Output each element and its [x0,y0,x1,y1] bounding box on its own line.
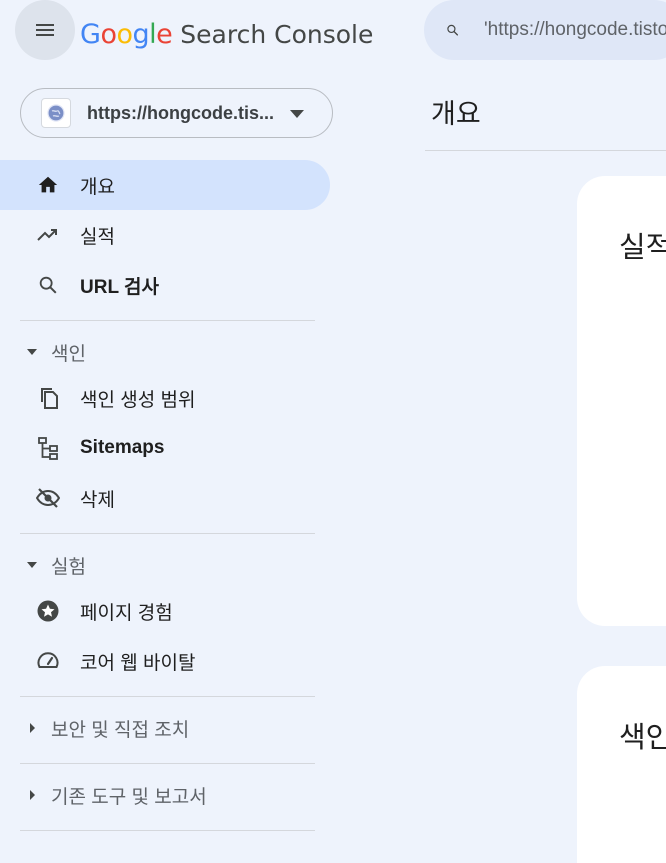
sidebar-item-sitemaps[interactable]: Sitemaps [0,423,330,473]
speedometer-icon [36,649,60,673]
nav-divider [20,763,315,764]
caret-right-icon [30,790,35,800]
sidebar-item-label: 색인 생성 범위 [80,389,196,411]
title-divider [425,150,666,151]
sidebar-item-core-web-vitals[interactable]: 코어 웹 바이탈 [0,636,330,686]
main-menu-button[interactable] [15,0,75,60]
sidebar-item-url-inspection[interactable]: URL 검사 [0,260,330,310]
sidebar-item-performance[interactable]: 실적 [0,210,330,260]
nav-divider [20,696,315,697]
sidebar-item-overview[interactable]: 개요 [0,160,330,210]
sidebar-item-page-experience[interactable]: 페이지 경험 [0,586,330,636]
caret-down-icon [27,349,37,355]
section-legacy-toggle[interactable]: 기존 도구 및 보고서 [0,774,330,816]
card-title: 실적 [619,232,666,264]
sidebar-item-label: 개요 [80,176,115,198]
performance-card: 실적 [577,176,666,626]
card-title: 색인 [619,722,666,754]
sidebar-item-label: 코어 웹 바이탈 [80,652,196,674]
section-label: 실험 [51,556,86,578]
search-bar[interactable] [424,0,666,60]
sidebar-item-label: Sitemaps [80,437,165,458]
trending-up-icon [36,223,60,247]
home-icon [36,173,60,197]
section-experience-toggle[interactable]: 실험 [0,544,330,586]
property-url: https://hongcode.tis... [87,102,274,123]
caret-right-icon [30,723,35,733]
google-wordmark: Google [80,18,173,50]
search-console-logo[interactable]: Google Search Console [80,14,373,54]
nav-divider [20,830,315,831]
sidebar-nav: 개요 실적 URL 검사 색인 색인 생성 범위 Sitemaps 삭제 실험 … [0,160,330,841]
nav-divider [20,533,315,534]
section-label: 기존 도구 및 보고서 [51,786,207,808]
sidebar-item-label: 삭제 [80,489,115,511]
caret-down-icon [27,562,37,568]
section-label: 보안 및 직접 조치 [51,719,190,741]
nav-divider [20,320,315,321]
sidebar-item-index-coverage[interactable]: 색인 생성 범위 [0,373,330,423]
search-icon [447,24,459,36]
sidebar-item-label: URL 검사 [80,276,159,298]
search-icon [36,273,60,297]
section-index-toggle[interactable]: 색인 [0,331,330,373]
sidebar-item-label: 실적 [80,226,115,248]
page-title: 개요 [431,99,481,129]
sidebar-item-removals[interactable]: 삭제 [0,473,330,523]
stars-badge-icon [36,599,60,623]
index-card: 색인 [577,666,666,863]
section-security-toggle[interactable]: 보안 및 직접 조치 [0,707,330,749]
sidebar-item-label: 페이지 경험 [80,602,173,624]
product-name: Search Console [180,19,374,49]
site-favicon-icon [41,98,71,128]
sitemap-icon [36,436,60,460]
section-label: 색인 [51,343,86,365]
property-selector[interactable]: https://hongcode.tis... [20,88,333,138]
chevron-down-icon [290,110,304,118]
file-copy-icon [36,386,60,410]
search-input[interactable] [484,19,666,41]
visibility-off-icon [36,486,60,510]
hamburger-menu-icon [36,24,54,36]
